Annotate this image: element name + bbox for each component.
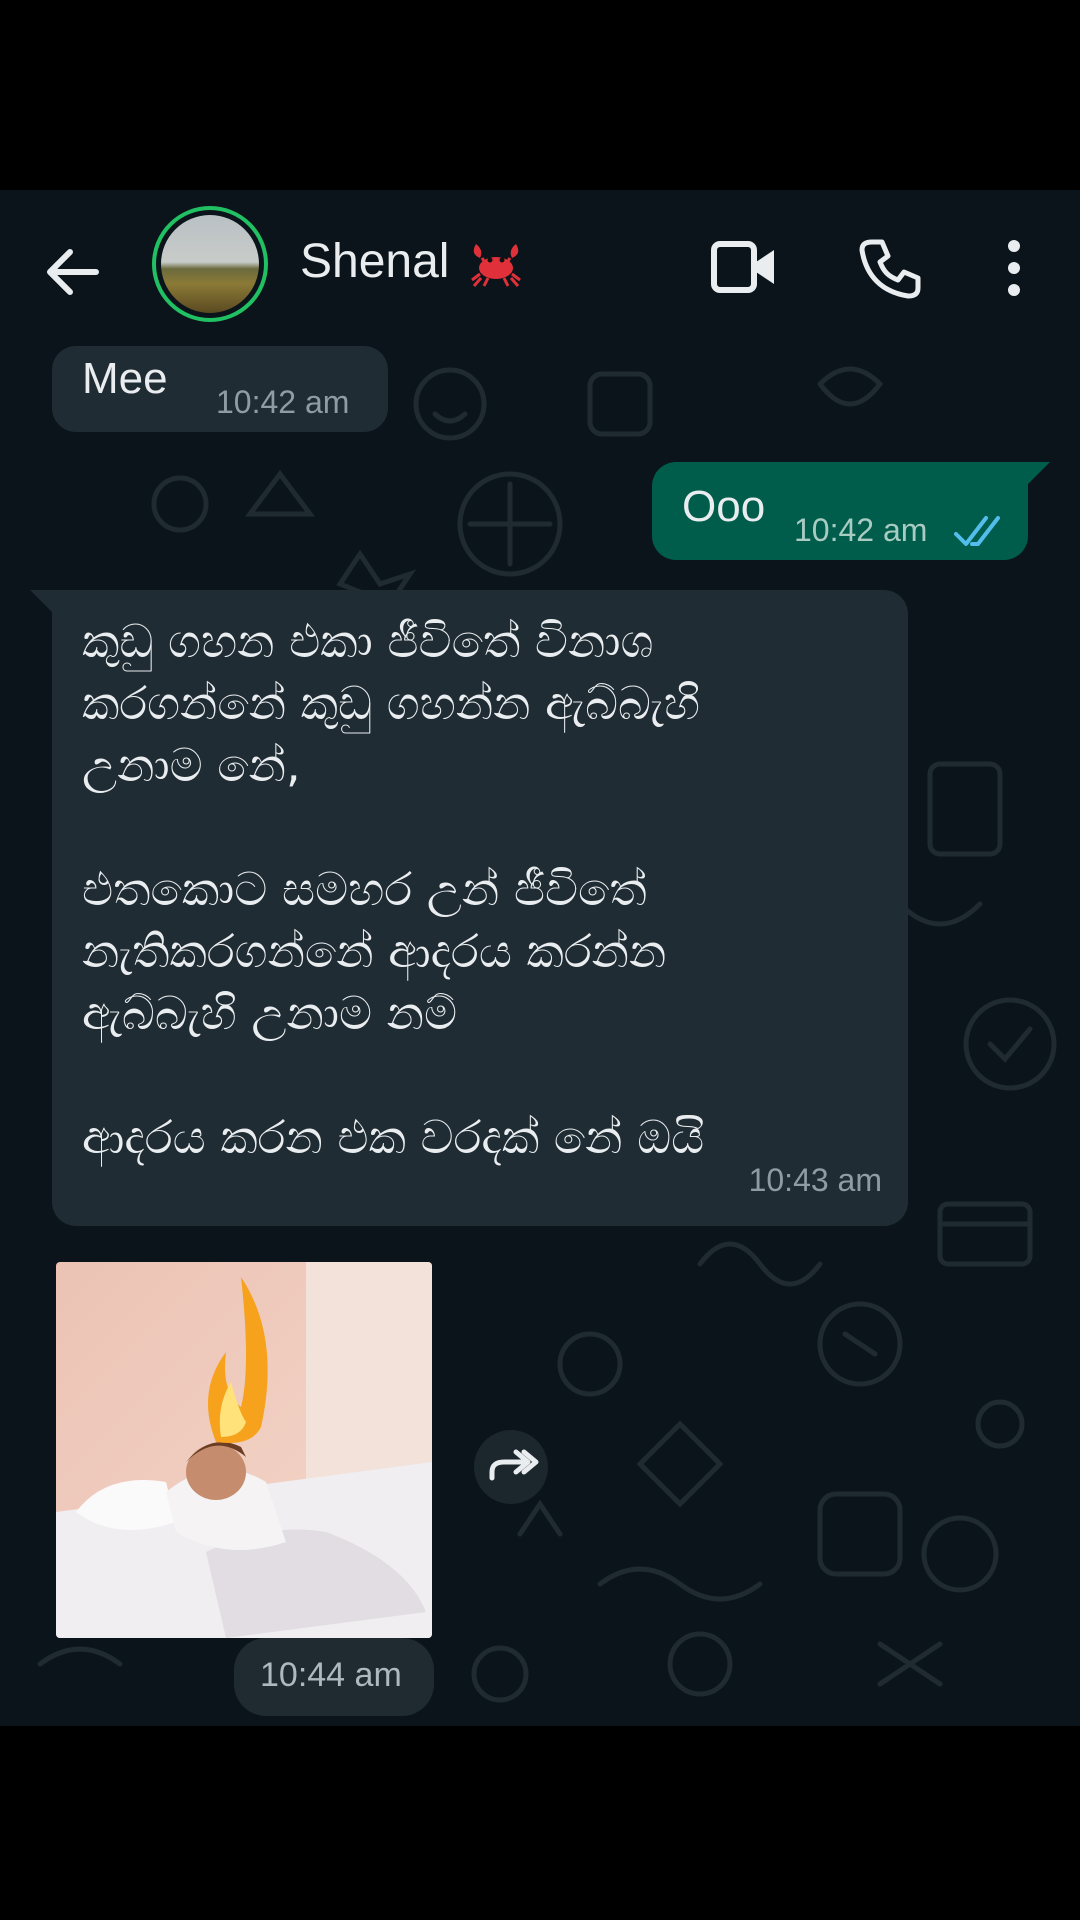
message-line-blank: [82, 796, 704, 858]
message-text: Mee: [82, 354, 168, 403]
message-time: 10:44 am: [260, 1656, 402, 1694]
message-text: කුඩු ගහන එකා ජීවිතේ විනාශ කරගන්නේ කුඩු ග…: [82, 610, 704, 1168]
message-line: උනාම නේ,: [82, 738, 301, 792]
avatar[interactable]: [152, 206, 268, 322]
crab-emoji-icon: [471, 244, 521, 287]
message-time: 10:42 am: [216, 384, 350, 420]
message-bubble[interactable]: Mee 10:42 am: [52, 346, 388, 432]
double-tick-icon: [954, 516, 1000, 546]
more-vertical-icon[interactable]: [996, 236, 1032, 300]
image-time-badge: 10:44 am: [234, 1638, 434, 1716]
contact-name[interactable]: Shenal: [300, 234, 449, 289]
message-bubble-outgoing[interactable]: Ooo 10:42 am: [652, 462, 1028, 560]
forward-button[interactable]: [474, 1430, 548, 1504]
forward-icon: [489, 1449, 539, 1481]
image-message[interactable]: [56, 1262, 432, 1638]
avatar-image: [161, 215, 259, 313]
message-line: නැතිකරගන්නේ ආදරය කරන්න: [82, 924, 667, 978]
message-line: ආදරය කරන එක වරදක් නේ ඔයි: [82, 1110, 705, 1164]
message-text: Ooo: [682, 482, 766, 531]
chat-area[interactable]: Mee 10:42 am Ooo 10:42 am කුඩු ගහන එකා ජ…: [0, 344, 1080, 1726]
message-line: ඇබ්බැහි උනාම නම්: [82, 986, 458, 1040]
message-bubble[interactable]: කුඩු ගහන එකා ජීවිතේ විනාශ කරගන්නේ කුඩු ග…: [52, 590, 908, 1226]
message-time: 10:43 am: [748, 1162, 882, 1198]
message-line: එතකොට සමහර උන් ජීවිතේ: [82, 862, 647, 916]
arrow-left-icon[interactable]: [40, 240, 104, 304]
message-time: 10:42 am: [794, 512, 928, 548]
chat-header: Shenal: [0, 190, 1080, 344]
message-line-blank: [82, 1044, 704, 1106]
message-line: කුඩු ගහන එකා ජීවිතේ විනාශ: [82, 614, 654, 668]
video-call-icon[interactable]: [710, 236, 778, 298]
image-content: [56, 1262, 432, 1638]
message-line: කරගන්නේ කුඩු ගහන්න ඇබ්බැහි: [82, 676, 700, 730]
phone-icon[interactable]: [858, 236, 922, 300]
